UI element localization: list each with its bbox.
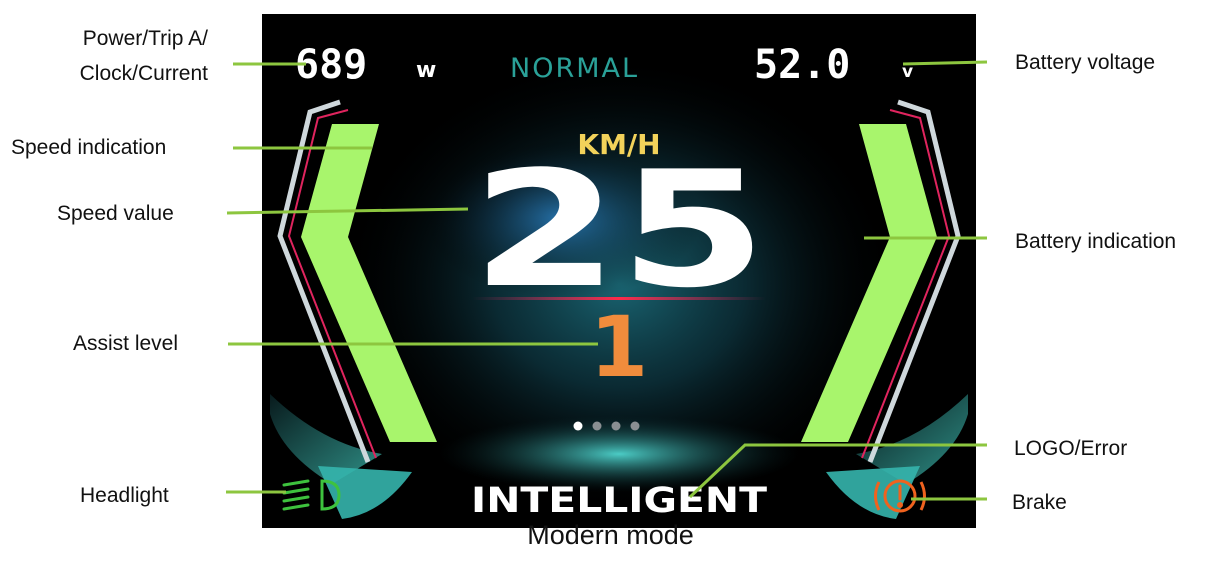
figure-caption: Modern mode <box>527 520 694 550</box>
leader-battery-voltage <box>902 60 988 66</box>
leader-lines <box>226 60 988 501</box>
leader-speed-value <box>226 207 469 215</box>
leader-logo-error <box>688 443 987 499</box>
